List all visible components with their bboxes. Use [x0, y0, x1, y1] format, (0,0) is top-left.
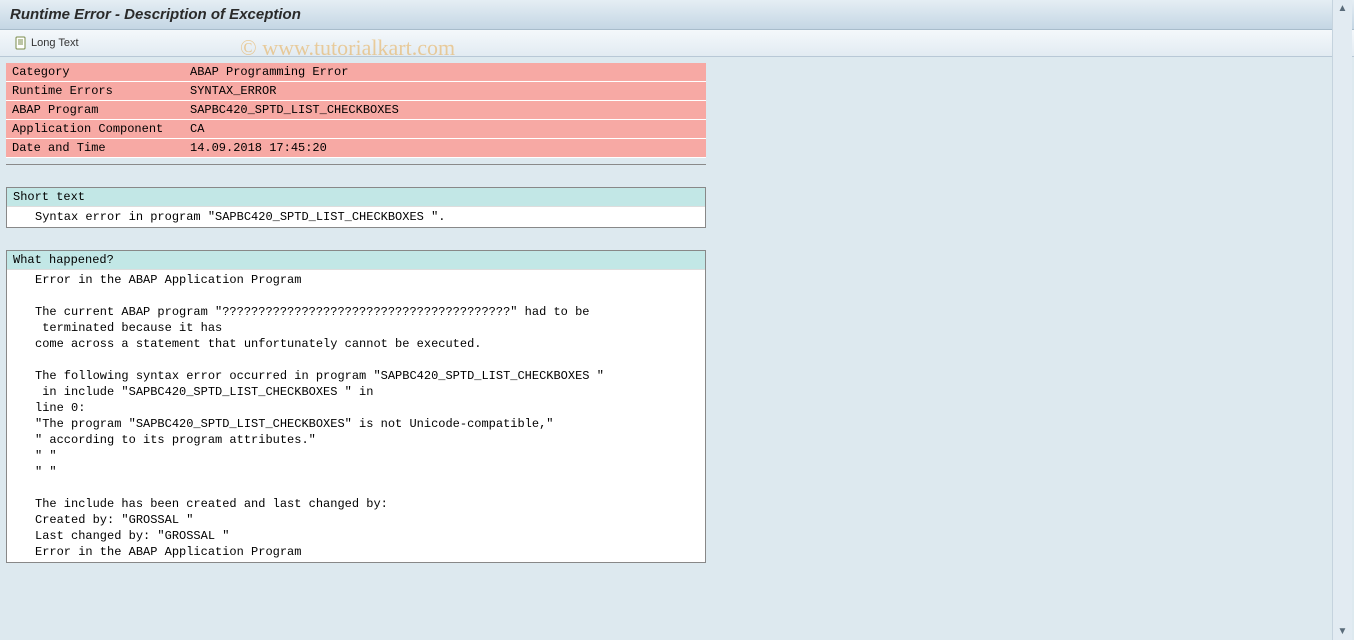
- content-area: CategoryABAP Programming ErrorRuntime Er…: [0, 57, 1354, 635]
- section-line: in include "SAPBC420_SPTD_LIST_CHECKBOXE…: [7, 384, 705, 400]
- error-info-table: CategoryABAP Programming ErrorRuntime Er…: [6, 63, 706, 158]
- scroll-down-icon[interactable]: ▼: [1335, 623, 1351, 640]
- section-body: Error in the ABAP Application Program Th…: [7, 270, 705, 562]
- section-box: Short text Syntax error in program "SAPBC…: [6, 187, 706, 228]
- section-line: The include has been created and last ch…: [7, 496, 705, 512]
- section-line: line 0:: [7, 400, 705, 416]
- section-line: Syntax error in program "SAPBC420_SPTD_L…: [7, 209, 705, 225]
- section-line: [7, 480, 705, 496]
- section-line: The current ABAP program "??????????????…: [7, 304, 705, 320]
- section-line: Error in the ABAP Application Program: [7, 544, 705, 560]
- info-value: CA: [184, 120, 706, 139]
- vertical-scrollbar[interactable]: ▲ ▼: [1332, 0, 1352, 640]
- info-row: ABAP ProgramSAPBC420_SPTD_LIST_CHECKBOXE…: [6, 101, 706, 120]
- section-line: terminated because it has: [7, 320, 705, 336]
- section-line: " ": [7, 464, 705, 480]
- info-value: SYNTAX_ERROR: [184, 82, 706, 101]
- section-line: Error in the ABAP Application Program: [7, 272, 705, 288]
- info-value: ABAP Programming Error: [184, 63, 706, 82]
- section-header: Short text: [7, 188, 705, 207]
- section-header: What happened?: [7, 251, 705, 270]
- info-label: Category: [6, 63, 184, 82]
- info-value: 14.09.2018 17:45:20: [184, 139, 706, 158]
- section-box: What happened?Error in the ABAP Applicat…: [6, 250, 706, 563]
- main-pane: CategoryABAP Programming ErrorRuntime Er…: [0, 57, 1320, 635]
- info-label: Date and Time: [6, 139, 184, 158]
- section-line: come across a statement that unfortunate…: [7, 336, 705, 352]
- toolbar: Long Text: [0, 30, 1354, 57]
- scroll-up-icon[interactable]: ▲: [1335, 0, 1351, 17]
- section-body: Syntax error in program "SAPBC420_SPTD_L…: [7, 207, 705, 227]
- section-line: The following syntax error occurred in p…: [7, 368, 705, 384]
- divider: [6, 164, 706, 165]
- info-row: CategoryABAP Programming Error: [6, 63, 706, 82]
- info-label: Application Component: [6, 120, 184, 139]
- section-line: "The program "SAPBC420_SPTD_LIST_CHECKBO…: [7, 416, 705, 432]
- info-row: Application ComponentCA: [6, 120, 706, 139]
- section-line: [7, 352, 705, 368]
- info-value: SAPBC420_SPTD_LIST_CHECKBOXES: [184, 101, 706, 120]
- window-title-bar: Runtime Error - Description of Exception: [0, 0, 1354, 30]
- info-label: ABAP Program: [6, 101, 184, 120]
- section-line: " according to its program attributes.": [7, 432, 705, 448]
- info-row: Date and Time14.09.2018 17:45:20: [6, 139, 706, 158]
- info-label: Runtime Errors: [6, 82, 184, 101]
- long-text-label: Long Text: [31, 37, 79, 49]
- section-line: Last changed by: "GROSSAL ": [7, 528, 705, 544]
- info-row: Runtime ErrorsSYNTAX_ERROR: [6, 82, 706, 101]
- section-line: " ": [7, 448, 705, 464]
- section-line: Created by: "GROSSAL ": [7, 512, 705, 528]
- document-icon: [14, 36, 28, 50]
- section-line: [7, 288, 705, 304]
- window-title: Runtime Error - Description of Exception: [10, 6, 301, 23]
- long-text-button[interactable]: Long Text: [8, 34, 85, 52]
